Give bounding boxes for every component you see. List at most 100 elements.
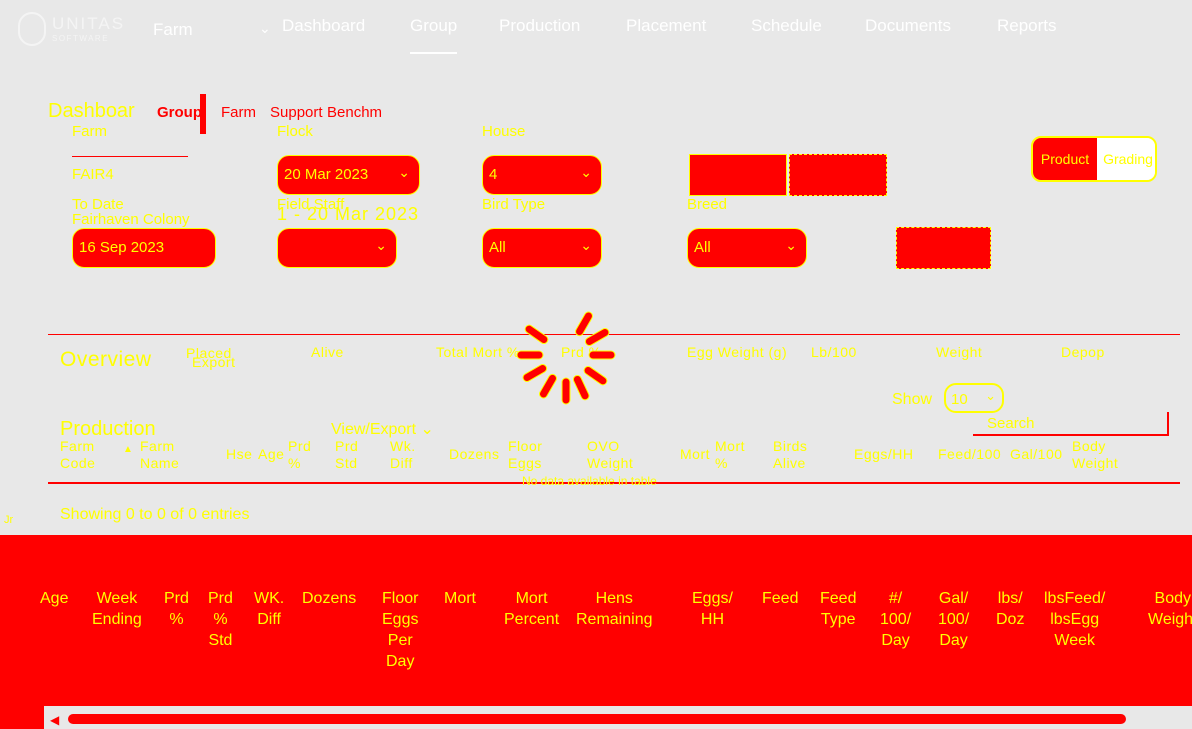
weekly-table-header: Age Week Ending Prd % Prd % Std WK. Diff Doze… [40, 588, 1192, 678]
col-header[interactable]: Floor Eggs [508, 438, 542, 472]
overview-total-mort: Total Mort % [436, 344, 520, 360]
weekly-col-header[interactable]: Body Weight [1148, 588, 1192, 630]
weekly-col-header[interactable]: Prd % [164, 588, 189, 630]
weekly-col-header[interactable]: Feed [762, 588, 798, 609]
overview-export: Export [192, 354, 236, 370]
toggle-grading[interactable]: Grading [1097, 138, 1155, 180]
weekly-col-header[interactable]: Mort Percent [504, 588, 559, 630]
col-header[interactable]: Gal/100 [1010, 446, 1063, 463]
loading-spinner-icon [510, 304, 630, 414]
breed-value: All [694, 239, 711, 256]
logo-text: UNITAS [52, 14, 126, 33]
overview-weight: Weight [936, 344, 983, 360]
chevron-down-icon: ⌄ [785, 237, 797, 253]
tab-benchmark[interactable]: Benchm [327, 104, 382, 121]
col-header[interactable]: Mort % [715, 438, 745, 472]
chevron-down-icon: ⌄ [985, 388, 996, 403]
nav-group[interactable]: Group [410, 16, 458, 54]
weekly-col-header[interactable]: lbs/ Doz [996, 588, 1024, 630]
unitas-logo[interactable]: UNITAS SOFTWARE [18, 12, 138, 46]
weekly-col-header[interactable]: Eggs/ HH [692, 588, 733, 630]
chevron-down-icon[interactable]: ⌄ [259, 20, 271, 37]
flock-select-value: 20 Mar 2023 [284, 166, 369, 183]
weekly-col-header[interactable]: Prd % Std [208, 588, 233, 651]
product-grading-toggle[interactable]: Product Grading [1031, 136, 1157, 182]
col-header[interactable]: Dozens [449, 446, 499, 463]
col-header[interactable]: Body Weight [1072, 438, 1118, 472]
todate-input[interactable]: 16 Sep 2023 [72, 228, 216, 268]
chevron-down-icon: ⌄ [580, 237, 592, 253]
farm-input[interactable]: FAIR4 [72, 156, 188, 186]
col-header[interactable]: Mort [680, 446, 710, 463]
nav-schedule[interactable]: Schedule [751, 16, 822, 36]
overview-title: Overview [60, 348, 152, 371]
col-header[interactable]: Age [258, 446, 284, 463]
side-label: Jr [4, 514, 14, 526]
col-header[interactable]: Wk. Diff [390, 438, 416, 472]
page-size-select[interactable]: 10 ⌄ [944, 383, 1004, 413]
col-header[interactable]: Farm Code [60, 438, 95, 472]
farm-selector-label[interactable]: Farm [153, 20, 193, 40]
prev-date-button[interactable] [689, 154, 787, 196]
farm-label: Farm [72, 123, 107, 140]
weekly-col-header[interactable]: Week Ending [92, 588, 142, 630]
breed-label: Breed [687, 196, 728, 213]
weekly-col-header[interactable]: Mort [444, 588, 476, 609]
col-header[interactable]: Eggs/HH [854, 446, 914, 463]
toggle-product[interactable]: Product [1033, 138, 1097, 180]
nav-dashboard[interactable]: Dashboard [282, 16, 365, 36]
tab-dashboard[interactable]: Dashboar [48, 100, 135, 123]
weekly-col-header[interactable]: Age [40, 588, 68, 609]
tab-group[interactable]: Group [157, 104, 202, 121]
tab-farm[interactable]: Farm [221, 104, 256, 121]
horizontal-scrollbar[interactable]: ◀ [44, 706, 1192, 729]
scrollbar-thumb[interactable] [68, 714, 1126, 724]
weekly-col-header[interactable]: lbsFeed/ lbsEgg Week [1044, 588, 1105, 651]
flock-select[interactable]: 20 Mar 2023 ⌄ [277, 155, 420, 195]
weekly-col-header[interactable]: Dozens [302, 588, 356, 609]
house-select[interactable]: 4 ⌄ [482, 155, 602, 195]
col-header[interactable]: Prd % [288, 438, 311, 472]
fieldstaff-select[interactable]: ⌄ [277, 228, 397, 268]
logo-mark-icon [18, 12, 46, 46]
col-header[interactable]: Hse [226, 446, 252, 463]
overview-lb100: Lb/100 [811, 344, 857, 360]
view-export-label: View/Export [331, 421, 417, 438]
weekly-col-header[interactable]: Feed Type [820, 588, 856, 630]
nav-placement[interactable]: Placement [626, 16, 706, 36]
flock-range-text: 1 - 20 Mar 2023 [277, 204, 420, 224]
scroll-left-icon[interactable]: ◀ [50, 713, 59, 727]
chevron-down-icon: ⌄ [398, 164, 410, 180]
col-header[interactable]: Feed/100 [938, 446, 1001, 463]
weekly-col-header[interactable]: #/ 100/ Day [880, 588, 911, 651]
tab-support[interactable]: Support [270, 104, 323, 121]
weekly-col-header[interactable]: Floor Eggs Per Day [382, 588, 418, 672]
next-date-button[interactable] [789, 154, 887, 196]
entries-info: Showing 0 to 0 of 0 entries [60, 506, 250, 523]
empty-table-message: No data available in table [522, 474, 657, 488]
birdtype-select[interactable]: All ⌄ [482, 228, 602, 268]
col-header[interactable]: OVO Weight [587, 438, 633, 472]
house-select-value: 4 [489, 166, 498, 183]
page-size-value: 10 [951, 391, 968, 408]
breed-select[interactable]: All ⌄ [687, 228, 807, 268]
nav-production[interactable]: Production [499, 16, 580, 36]
col-header[interactable]: Birds Alive [773, 438, 807, 472]
col-header[interactable]: Prd Std [335, 438, 358, 472]
overview-alive: Alive [311, 344, 344, 360]
weekly-col-header[interactable]: Hens Remaining [576, 588, 652, 630]
nav-reports[interactable]: Reports [997, 16, 1057, 36]
flock-label: Flock [277, 123, 313, 140]
nav-documents[interactable]: Documents [865, 16, 951, 36]
weekly-col-header[interactable]: Gal/ 100/ Day [938, 588, 969, 651]
sort-asc-icon[interactable]: ▲ [123, 444, 133, 455]
view-export-button[interactable]: View/Export ⌄ [331, 419, 434, 439]
weekly-col-header[interactable]: WK. Diff [254, 588, 284, 630]
overview-depop: Depop [1061, 344, 1105, 360]
chevron-down-icon: ⌄ [420, 421, 434, 438]
col-header[interactable]: Farm Name [140, 438, 179, 472]
search-input[interactable]: Search [973, 412, 1169, 436]
show-label: Show [892, 391, 933, 408]
apply-button[interactable] [896, 227, 991, 269]
logo-subtext: SOFTWARE [52, 34, 110, 43]
